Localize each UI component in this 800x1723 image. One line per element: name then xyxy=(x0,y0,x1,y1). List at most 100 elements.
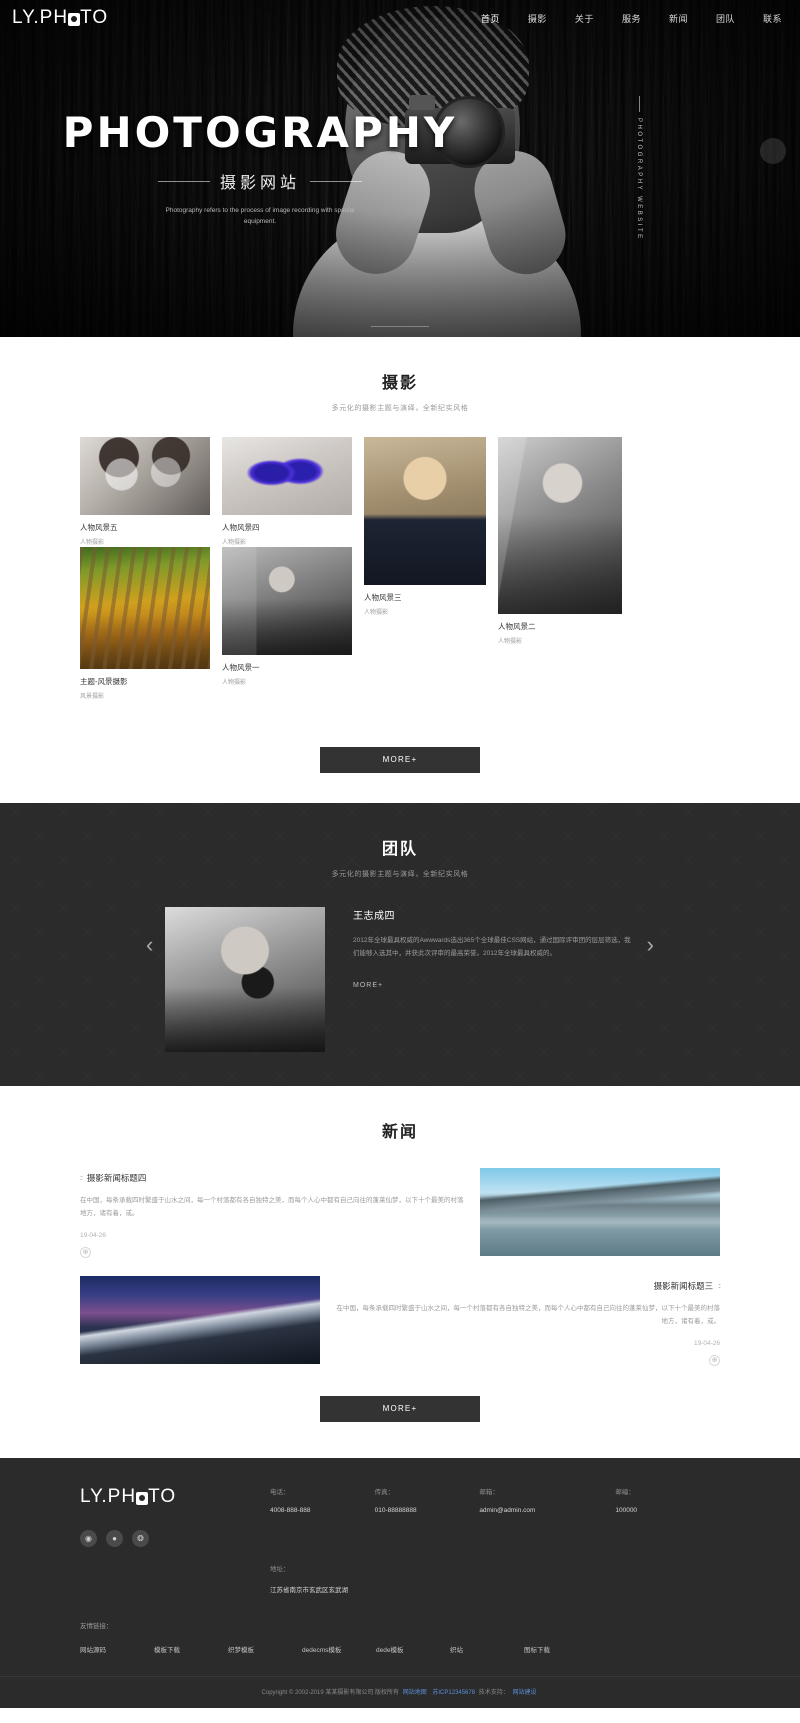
team-more-link[interactable]: MORE+ xyxy=(353,982,383,989)
qq-icon[interactable]: ❂ xyxy=(132,1530,149,1547)
gallery-item[interactable]: 主题-风景摄影 风景摄影 xyxy=(80,547,210,700)
nav-item-team[interactable]: 团队 xyxy=(702,6,749,31)
footer-link-source[interactable]: 网站源码 xyxy=(80,1644,154,1654)
gallery-image-blue-flowers xyxy=(222,437,352,515)
hero-vertical-text: PHOTOGRAPHY WEBSITE xyxy=(636,118,642,241)
footer-link-dede-template[interactable]: dede模板 xyxy=(376,1644,450,1654)
copyright-text: Copyright © 2002-2019 某某摄影有限公司 版权所有 xyxy=(261,1690,400,1696)
gallery-category: 人物摄影 xyxy=(80,540,105,546)
news-item-title: 摄影新闻标题三 xyxy=(653,1281,714,1291)
footer-label: 电话： xyxy=(270,1489,290,1496)
footer-social-links: ◉ ● ❂ xyxy=(80,1530,270,1547)
team-title: 团队 xyxy=(381,841,418,858)
gallery-image-boy xyxy=(364,437,486,585)
footer-value: 100000 xyxy=(615,1507,638,1514)
gallery-item[interactable]: 人物风景三 人物摄影 xyxy=(364,437,486,616)
footer-address-spacer xyxy=(80,1563,270,1594)
gallery-caption: 人物风景五 xyxy=(80,523,118,532)
footer-brand-block: LY.PH TO ◉ ● ❂ xyxy=(80,1486,270,1547)
photography-gallery: 人物风景五 人物摄影 人物风景四 人物摄影 人物风景三 人物摄影 人物风景二 人… xyxy=(80,437,720,717)
gallery-item[interactable]: 人物风景四 人物摄影 xyxy=(222,437,352,546)
footer-link-icon-download[interactable]: 图标下载 xyxy=(524,1644,598,1654)
team-member-card: 王志成四 2012年全球最具权威的Awwwards选出365个全球最佳CSS网站… xyxy=(165,907,635,1052)
gallery-image-autumn xyxy=(80,547,210,669)
footer-friend-links: 友情链接： 网站源码 模板下载 织梦模板 dedecms模板 dede模板 织站… xyxy=(80,1620,720,1654)
news-title: 新闻 xyxy=(381,1124,418,1141)
copyright-support-label: 技术支持： xyxy=(478,1690,509,1696)
weibo-icon[interactable]: ◉ xyxy=(80,1530,97,1547)
site-logo[interactable]: LY.PH TO xyxy=(12,7,108,29)
hero-subtitle-row: 摄影网站 xyxy=(0,169,520,193)
vertical-line xyxy=(638,96,640,112)
copyright-sitemap-link[interactable]: 网站地图 xyxy=(403,1690,427,1696)
footer-contact-fax: 传真： 010-88888888 xyxy=(375,1486,480,1547)
footer-address-row: 地址： 江苏省南京市玄武区玄武湖 xyxy=(80,1563,720,1594)
gallery-caption: 人物风景一 xyxy=(222,663,260,672)
news-marker-icon: :: xyxy=(80,1174,83,1182)
news-item[interactable]: :: 摄影新闻标题四 在中国，每条承载四时繁盛于山水之间，每一个村落都有各自独特… xyxy=(80,1168,720,1258)
divider-left xyxy=(157,180,210,182)
gallery-caption: 人物风景二 xyxy=(498,622,536,631)
news-item-body: 在中国，每条承载四时繁盛于山水之间，每一个村落都有各自独特之美，而每个人心中都有… xyxy=(336,1305,721,1325)
hero-subtitle: 摄影网站 xyxy=(219,175,300,192)
footer-value: 4008-888-888 xyxy=(270,1507,311,1514)
footer-address-label: 地址： xyxy=(270,1566,290,1573)
photography-title: 摄影 xyxy=(381,375,418,392)
site-header: LY.PH TO 首页 摄影 关于 服务 新闻 团队 联系 xyxy=(0,0,800,36)
news-item-image-night xyxy=(80,1276,320,1364)
gallery-category: 人物摄影 xyxy=(222,680,247,686)
gallery-item[interactable]: 人物风景五 人物摄影 xyxy=(80,437,210,546)
gallery-item[interactable]: 人物风景二 人物摄影 xyxy=(498,437,622,645)
logo-text-pre: LY.PH xyxy=(12,7,69,28)
news-item-title-row: :: 摄影新闻标题四 xyxy=(80,1172,464,1184)
chevron-left-icon[interactable]: ‹ xyxy=(146,932,153,958)
footer-value: 010-88888888 xyxy=(374,1507,417,1514)
gallery-category: 人物摄影 xyxy=(498,639,523,645)
footer-label: 邮编： xyxy=(615,1489,635,1496)
nav-item-services[interactable]: 服务 xyxy=(608,6,655,31)
nav-item-about[interactable]: 关于 xyxy=(561,6,608,31)
footer-contact-zip: 邮编： 100000 xyxy=(615,1486,720,1547)
footer-link-dreamweaver-template[interactable]: 织梦模板 xyxy=(228,1644,302,1654)
photography-gallery-wrap: 人物风景五 人物摄影 人物风景四 人物摄影 人物风景三 人物摄影 人物风景二 人… xyxy=(80,437,720,717)
footer-logo-text-post: TO xyxy=(148,1486,177,1507)
chevron-right-icon[interactable]: › xyxy=(647,932,654,958)
footer-copyright: Copyright © 2002-2019 某某摄影有限公司 版权所有 网站地图… xyxy=(0,1676,800,1708)
footer-contact-phone: 电话： 4008-888-888 xyxy=(270,1486,375,1547)
footer-link-dedecms-template[interactable]: dedecms模板 xyxy=(302,1644,376,1654)
nav-item-home[interactable]: 首页 xyxy=(467,6,514,31)
news-item-title: 摄影新闻标题四 xyxy=(86,1173,147,1183)
logo-text-post: TO xyxy=(80,7,109,28)
footer-contact-email: 邮箱： admin@admin.com xyxy=(479,1486,615,1547)
copyright-icp-link[interactable]: 苏ICP12345678 xyxy=(432,1690,475,1696)
photography-more-button[interactable]: MORE+ xyxy=(320,747,480,773)
gallery-category: 风景摄影 xyxy=(80,694,105,700)
news-item-image-lake xyxy=(480,1168,720,1256)
copyright-webdesign-link[interactable]: 网站建设 xyxy=(512,1690,536,1696)
footer-contact-columns: 电话： 4008-888-888 传真： 010-88888888 邮箱： ad… xyxy=(270,1486,720,1547)
news-more-button[interactable]: MORE+ xyxy=(320,1396,480,1422)
hero-title: PHOTOGRAPHY xyxy=(62,108,458,157)
divider-right xyxy=(310,180,362,182)
nav-item-contact[interactable]: 联系 xyxy=(749,6,796,31)
gallery-item[interactable]: 人物风景一 人物摄影 xyxy=(222,547,352,686)
team-member-info: 王志成四 2012年全球最具权威的Awwwards选出365个全球最佳CSS网站… xyxy=(353,907,635,992)
hero-scroll-indicator[interactable] xyxy=(371,326,429,327)
camera-icon xyxy=(136,1491,149,1505)
gallery-image-woman-two xyxy=(498,437,622,614)
hero-banner: LY.PH TO 首页 摄影 关于 服务 新闻 团队 联系 PHOTOGRAPHY… xyxy=(0,0,800,337)
news-more-wrap: MORE+ xyxy=(0,1396,800,1452)
news-item[interactable]: 摄影新闻标题三 :: 在中国，每条承载四时繁盛于山水之间，每一个村落都有各自独特… xyxy=(80,1276,721,1366)
nav-item-photography[interactable]: 摄影 xyxy=(514,6,561,31)
wechat-icon[interactable]: ● xyxy=(106,1530,123,1547)
news-item-plus-icon[interactable]: ⊕ xyxy=(709,1355,720,1366)
footer-value[interactable]: admin@admin.com xyxy=(479,1507,615,1514)
footer-link-template-download[interactable]: 模板下载 xyxy=(154,1644,228,1654)
footer-link-site[interactable]: 织站 xyxy=(450,1644,524,1654)
nav-item-news[interactable]: 新闻 xyxy=(655,6,702,31)
footer-logo[interactable]: LY.PH TO xyxy=(80,1486,270,1508)
news-item-plus-icon[interactable]: ⊕ xyxy=(80,1247,91,1258)
news-item-body: 在中国，每条承载四时繁盛于山水之间，每一个村落都有各自独特之美，而每个人心中都有… xyxy=(80,1197,464,1217)
site-footer: LY.PH TO ◉ ● ❂ 电话： 4008-888-888 传真： 010-8… xyxy=(0,1458,800,1708)
team-member-name: 王志成四 xyxy=(353,911,395,922)
